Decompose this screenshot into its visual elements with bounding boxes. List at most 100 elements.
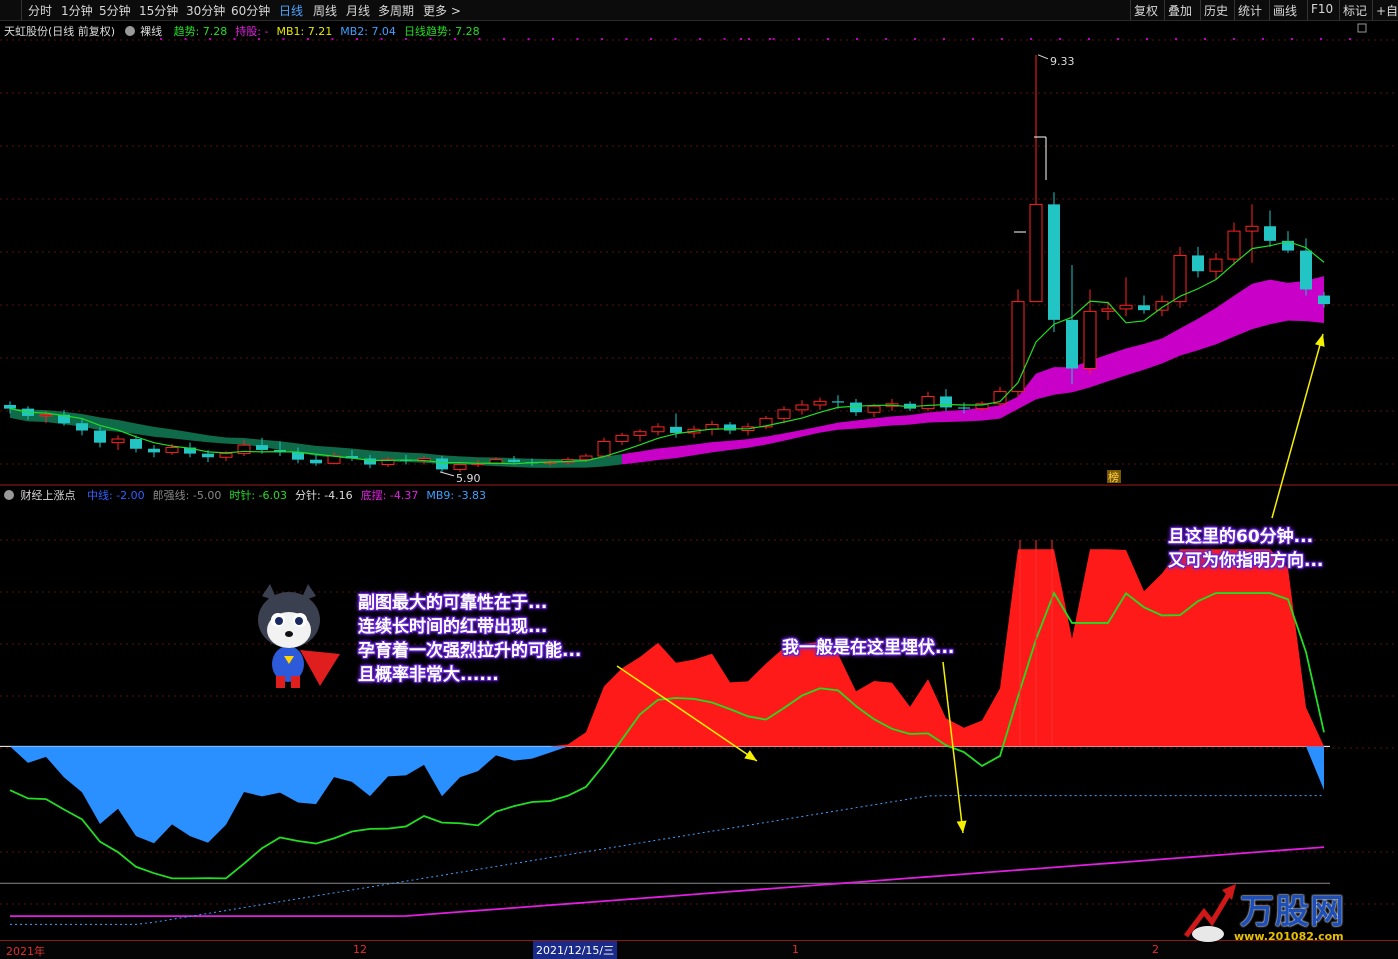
signal-dot [740, 38, 742, 40]
candlestick-series [4, 54, 1330, 472]
period-tab[interactable]: 5分钟 [99, 2, 131, 19]
signal-dot [1233, 38, 1235, 40]
legend-item: MB9: -3.83 [426, 489, 487, 502]
period-tab[interactable]: 多周期 [378, 2, 414, 19]
candle-body [850, 402, 862, 413]
toolbar-divider [1307, 0, 1308, 20]
period-tab[interactable]: 分时 [28, 2, 52, 19]
legend-item: MB1: 7.21 [276, 25, 333, 38]
callout-line: 又可为你指明方向... [1168, 551, 1324, 571]
signal-dot [972, 38, 974, 40]
stock-title: 天虹股份(日线 前复权) [4, 25, 116, 38]
mascot-pupil [295, 617, 303, 625]
toolbar-divider [1164, 0, 1165, 20]
bottom-swing-line [10, 846, 1325, 917]
period-tab[interactable]: 月线 [346, 2, 370, 19]
candle-body [958, 407, 970, 409]
watermark-name: 万股网 [1240, 892, 1345, 932]
callout-line: 连续长时间的红带出现... [358, 617, 548, 637]
toolbar-button[interactable]: 画线 [1273, 2, 1297, 19]
candle-body [1138, 305, 1150, 311]
candle-body [724, 424, 736, 431]
candle-body [310, 459, 322, 464]
candle-body [256, 445, 268, 450]
signal-dot [699, 38, 701, 40]
toolbar-button[interactable]: 统计 [1238, 2, 1262, 19]
mascot-cape [300, 650, 340, 686]
signal-dot [1291, 38, 1293, 40]
signal-dot [1059, 38, 1061, 40]
signal-dot [772, 38, 775, 40]
signal-dot [1088, 38, 1090, 40]
toolbar-button[interactable]: +自选 [1376, 2, 1398, 19]
toolbar-divider [1372, 0, 1373, 20]
toolbar-button[interactable]: 复权 [1134, 2, 1158, 19]
period-tab[interactable]: 15分钟 [139, 2, 178, 19]
sub-indicator-title[interactable]: 财经上涨点 [21, 489, 76, 502]
settings-circle-icon[interactable] [124, 26, 135, 36]
candle-body [202, 453, 214, 458]
callout-line: 且概率非常大...... [358, 665, 499, 685]
sub-legend: 中线: -2.00 郎强线: -5.00 时针: -6.03 分针: -4.16 底摆:… [79, 489, 486, 502]
signal-dot [674, 38, 677, 40]
candle-body [1227, 230, 1241, 260]
candle-body [867, 405, 881, 413]
candle-body [651, 426, 665, 433]
settings-circle-icon[interactable] [4, 490, 14, 500]
band-up-segment [622, 276, 1324, 465]
candle-body [1192, 255, 1204, 272]
legend-item: 持股: - [235, 25, 269, 38]
watermark-logo: 万股网 www.201082.com [1178, 878, 1398, 950]
toolbar-button[interactable]: 标记 [1343, 2, 1367, 19]
signal-dot [650, 38, 652, 40]
x-tick-label: 2021年 [6, 945, 45, 958]
candle-body [130, 439, 142, 449]
toolbar-divider [1234, 0, 1235, 20]
sub-panel-header: 财经上涨点 中线: -2.00 郎强线: -5.00 时针: -6.03 分针: -4… [4, 487, 486, 503]
toolbar-button[interactable]: 历史 [1204, 2, 1228, 19]
arrow-top-right-head [1314, 334, 1325, 347]
candle-body [165, 447, 179, 453]
signal-dot [827, 38, 829, 40]
mascot-nose [285, 631, 293, 637]
candle-body [453, 464, 467, 470]
period-tab[interactable]: 30分钟 [186, 2, 225, 19]
candle-body [436, 458, 448, 470]
period-tab[interactable]: 1分钟 [61, 2, 93, 19]
low-pointer [439, 471, 455, 477]
toolbar-divider [1269, 0, 1270, 20]
toolbar-button[interactable]: F10 [1311, 2, 1333, 16]
arrow-middle-left-head [744, 750, 757, 761]
signal-dot [943, 38, 945, 40]
period-tab[interactable]: 60分钟 [231, 2, 270, 19]
candle-body [1245, 225, 1259, 232]
signal-dot [748, 38, 750, 40]
candle-body [940, 396, 952, 408]
panel-maximize-icon [1357, 23, 1367, 33]
husky-mascot-icon [258, 584, 340, 688]
callout-line: 副图最大的可靠性在于... [358, 593, 548, 613]
candle-body [795, 404, 809, 411]
candle-body [508, 459, 520, 463]
period-tab[interactable]: 日线 [279, 2, 303, 19]
legend-item: 郎强线: -5.00 [152, 489, 222, 502]
mascot-boot [291, 676, 300, 688]
callout-line: 孕育着一次强烈拉升的可能... [358, 641, 582, 661]
toolbar-divider [1339, 0, 1340, 20]
toolbar-button[interactable]: 叠加 [1168, 2, 1192, 19]
period-tab[interactable]: 更多 > [423, 2, 461, 19]
legend-item: 分针: -4.16 [295, 489, 353, 502]
period-tab[interactable]: 周线 [313, 2, 337, 19]
callout-line: 我一般是在这里埋伏... [782, 638, 955, 658]
signal-dot [1117, 38, 1119, 40]
callout-middle: 我一般是在这里埋伏... [782, 636, 954, 660]
candle-body [1119, 304, 1133, 310]
indicator-name[interactable]: 裸线 [140, 25, 162, 38]
candle-body [615, 434, 629, 442]
legend-item: MB2: 7.04 [340, 25, 396, 38]
candle-body [633, 431, 647, 436]
main-panel-header: 天虹股份(日线 前复权) 裸线 趋势: 7.28 持股: - MB1: 7.21 MB… [4, 23, 480, 39]
x-tick-label: 12 [353, 943, 367, 956]
candle-body [1029, 203, 1043, 303]
legend-item: 趋势: 7.28 [173, 25, 228, 38]
